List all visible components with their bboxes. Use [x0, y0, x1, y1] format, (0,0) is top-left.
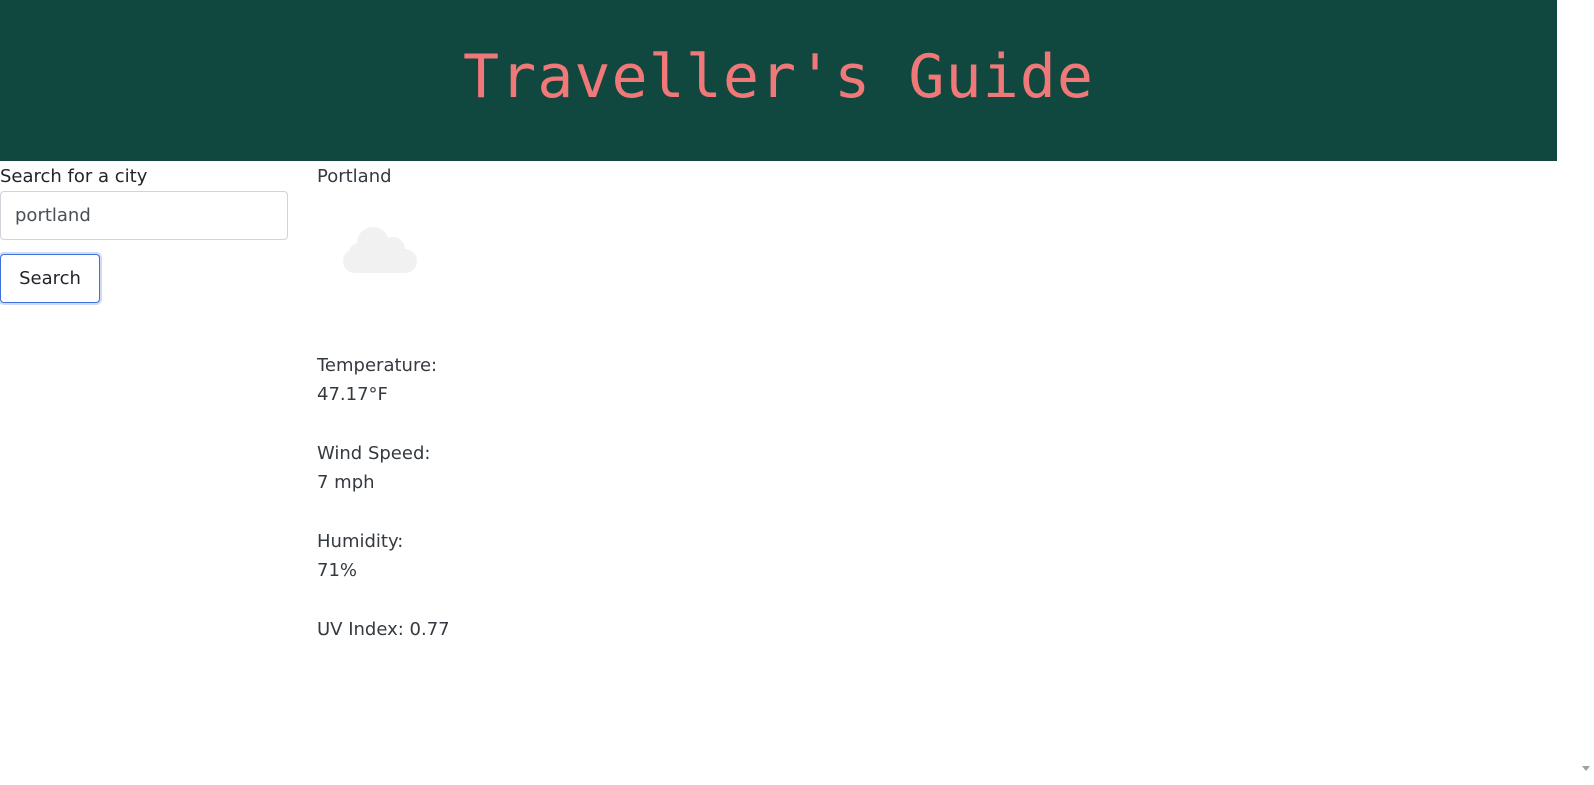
scroll-down-arrow-icon[interactable] — [1582, 766, 1590, 771]
site-header: Traveller's Guide — [0, 0, 1557, 161]
scrollbar[interactable] — [1557, 0, 1594, 785]
search-label: Search for a city — [0, 166, 148, 187]
temperature-stat: Temperature: 47.17°F — [317, 351, 717, 409]
wind-speed-stat: Wind Speed: 7 mph — [317, 439, 717, 497]
wind-speed-value: 7 mph — [317, 472, 375, 493]
humidity-stat: Humidity: 71% — [317, 527, 717, 585]
weather-stats: Temperature: 47.17°F Wind Speed: 7 mph H… — [317, 351, 717, 644]
search-panel: Search for a city Search — [0, 165, 288, 303]
temperature-label: Temperature: — [317, 355, 438, 376]
wind-speed-label: Wind Speed: — [317, 443, 431, 464]
cloud-icon — [343, 227, 417, 273]
temperature-value: 47.17°F — [317, 384, 388, 405]
city-name: Portland — [317, 166, 392, 187]
humidity-value: 71% — [317, 560, 358, 581]
humidity-label: Humidity: — [317, 531, 404, 552]
page: Traveller's Guide Search for a city Sear… — [0, 0, 1594, 785]
page-title: Traveller's Guide — [462, 41, 1095, 112]
uv-index-stat: UV Index: 0.77 — [317, 615, 717, 644]
search-button[interactable]: Search — [0, 254, 100, 303]
weather-panel: Portland Temperature: 47.17°F Wind Speed… — [317, 165, 717, 644]
uv-index-text: UV Index: 0.77 — [317, 619, 450, 640]
search-input[interactable] — [0, 191, 288, 240]
